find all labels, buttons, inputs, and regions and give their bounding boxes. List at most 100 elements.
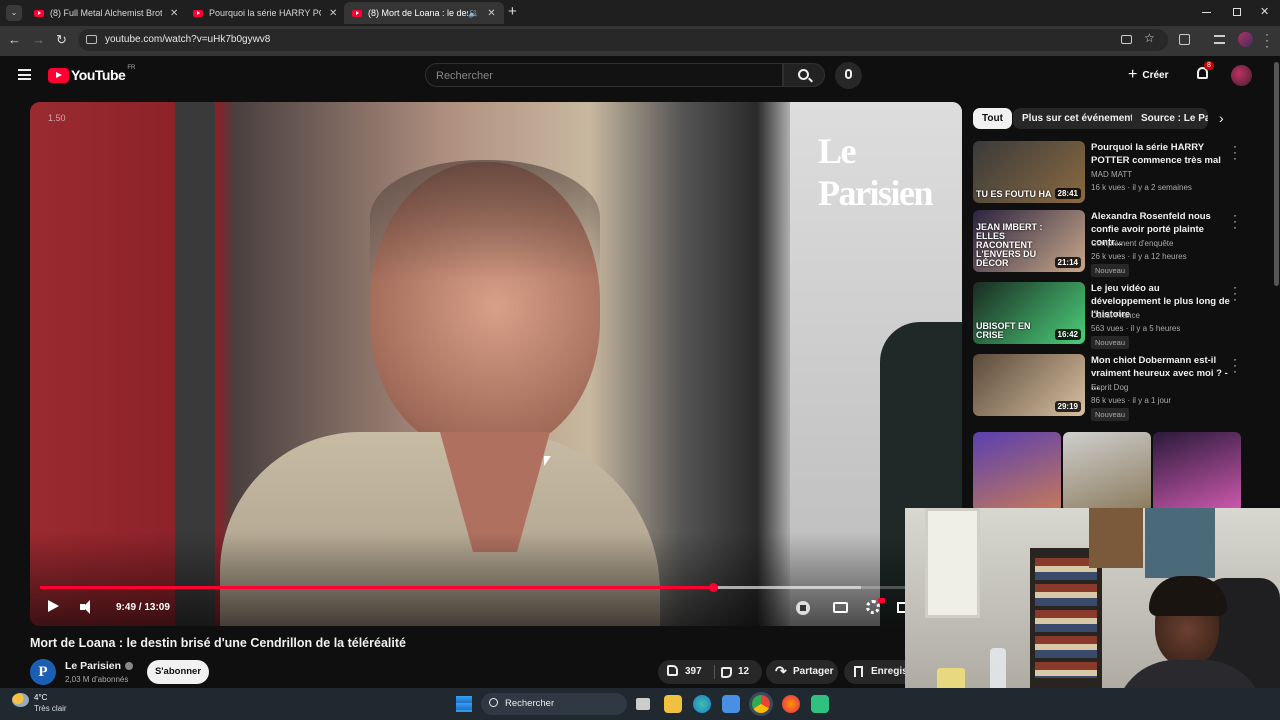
more-actions-icon[interactable]: · · · — [1233, 281, 1237, 305]
recommended-channel[interactable]: MAD MATT — [1091, 170, 1132, 179]
search-input[interactable]: Rechercher — [425, 63, 783, 87]
hamburger-menu-icon[interactable] — [18, 69, 31, 80]
channel-name[interactable]: Le Parisien — [65, 660, 134, 672]
recommended-channel[interactable]: Ouest-France — [1091, 311, 1140, 320]
browser-tab-3[interactable]: (8) Mort de Loana : le desti 🔉 ✕ — [344, 2, 504, 24]
like-count: 397 — [685, 666, 702, 677]
autoplay-toggle[interactable] — [796, 601, 810, 615]
like-button[interactable]: 397 — [658, 660, 714, 684]
recommended-video[interactable]: 29:19 Mon chiot Dobermann est-il vraiment… — [973, 353, 1243, 421]
plus-icon: + — [1128, 66, 1138, 83]
edge-icon[interactable] — [693, 695, 711, 713]
close-tab-icon[interactable]: ✕ — [170, 8, 178, 19]
video-thumbnail[interactable]: UBISOFT EN CRISE 16:42 — [973, 282, 1085, 344]
search-button[interactable] — [783, 63, 825, 87]
thumbs-down-icon — [721, 667, 732, 678]
back-icon[interactable]: ← — [8, 32, 21, 47]
notifications-button[interactable]: 8 — [1195, 61, 1214, 83]
subtitles-icon[interactable] — [833, 602, 848, 613]
recommended-meta: 16 k vues · il y a 2 semaines — [1091, 183, 1192, 192]
task-view-icon[interactable] — [636, 698, 650, 710]
new-tab-button[interactable]: + — [508, 3, 517, 20]
minimize-icon[interactable] — [1202, 12, 1211, 13]
progress-track[interactable] — [40, 583, 942, 592]
shorts-thumbnail[interactable] — [1153, 432, 1241, 512]
video-thumbnail[interactable]: TU ES FOUTU HA 28:41 — [973, 141, 1085, 203]
recommended-video[interactable]: TU ES FOUTU HA 28:41 Pourquoi la série HAR… — [973, 140, 1243, 205]
forward-icon[interactable]: → — [32, 32, 45, 47]
video-thumbnail[interactable]: JEAN IMBERT : ELLES RACONTENT L'ENVERS D… — [973, 210, 1085, 272]
app-icon[interactable] — [811, 695, 829, 713]
verified-icon — [125, 662, 134, 670]
dislike-count: 12 — [738, 666, 750, 677]
profile-avatar[interactable] — [1238, 32, 1253, 47]
chip-event[interactable]: Plus sur cet événement — [1013, 108, 1143, 129]
recommended-title[interactable]: Pourquoi la série HARRY POTTER commence … — [1091, 141, 1231, 167]
play-button[interactable] — [48, 600, 62, 614]
media-icon[interactable] — [1214, 35, 1225, 44]
dislike-button[interactable]: 12 — [715, 660, 762, 684]
shorts-thumbnail[interactable] — [1063, 432, 1151, 512]
video-player[interactable]: Le Parisien 1.50 9:49 / 13:09 — [30, 102, 962, 626]
store-icon[interactable] — [722, 695, 740, 713]
more-actions-icon[interactable]: · · · — [1233, 353, 1237, 377]
restore-icon[interactable] — [1233, 8, 1241, 16]
chrome-icon[interactable] — [752, 695, 770, 713]
video-duration: 28:41 — [1054, 188, 1081, 199]
poster-2 — [1089, 508, 1143, 568]
youtube-logo[interactable]: YouTube FR — [48, 65, 136, 83]
subscribe-button[interactable]: S'abonner — [147, 660, 209, 684]
page-scrollbar[interactable] — [1274, 62, 1279, 286]
create-button[interactable]: + Créer — [1128, 62, 1180, 88]
channel-avatar[interactable]: P — [30, 659, 56, 685]
shorts-thumbnail[interactable] — [973, 432, 1061, 512]
site-info-icon[interactable] — [86, 35, 97, 44]
search-placeholder: Rechercher — [436, 70, 493, 82]
share-label: Partager — [793, 666, 834, 677]
new-badge: Nouveau — [1091, 408, 1130, 421]
chips-next-chevron-icon[interactable]: › — [1219, 110, 1224, 126]
install-app-icon[interactable] — [1121, 35, 1132, 44]
taskbar-search[interactable]: Rechercher — [481, 693, 627, 715]
country-code: FR — [127, 65, 136, 71]
file-explorer-icon[interactable] — [664, 695, 682, 713]
url-text[interactable]: youtube.com/watch?v=uHk7b0gywv8 — [105, 34, 270, 45]
new-badge: Nouveau — [1091, 264, 1130, 277]
tab-title: (8) Full Metal Alchemist Brothe — [50, 8, 162, 18]
share-button[interactable]: ↷ Partager — [766, 660, 838, 684]
recommended-channel[interactable]: Esprit Dog — [1091, 383, 1128, 392]
save-button[interactable]: Enregist — [844, 660, 914, 684]
firefox-icon[interactable] — [782, 695, 800, 713]
shelf-items — [1035, 558, 1097, 678]
voice-search-button[interactable] — [835, 62, 862, 89]
address-bar[interactable]: youtube.com/watch?v=uHk7b0gywv8 ☆ — [78, 29, 1168, 51]
close-tab-icon[interactable]: ✕ — [487, 8, 495, 19]
volume-button[interactable] — [80, 600, 96, 614]
recommended-video[interactable]: JEAN IMBERT : ELLES RACONTENT L'ENVERS D… — [973, 209, 1243, 277]
more-actions-icon[interactable]: · · · — [1233, 209, 1237, 233]
close-window-icon[interactable]: ✕ — [1260, 5, 1269, 18]
speaker-icon[interactable]: 🔉 — [468, 8, 479, 19]
start-button-icon[interactable] — [456, 696, 472, 712]
close-tab-icon[interactable]: ✕ — [329, 8, 337, 19]
video-thumbnail[interactable]: 29:19 — [973, 354, 1085, 416]
scrubber-handle[interactable] — [708, 583, 718, 592]
extensions-icon[interactable] — [1179, 34, 1190, 45]
bookmark-star-icon[interactable]: ☆ — [1144, 31, 1155, 45]
account-avatar[interactable] — [1231, 65, 1252, 86]
hd-badge — [878, 598, 885, 603]
weather-icon[interactable] — [12, 693, 29, 707]
browser-menu-icon[interactable]: · · · — [1265, 28, 1269, 52]
recommended-channel[interactable]: Complément d'enquête — [1091, 239, 1173, 248]
browser-tab-1[interactable]: (8) Full Metal Alchemist Brothe ✕ — [26, 2, 186, 24]
tab-search-button[interactable]: ⌄ — [6, 5, 22, 21]
browser-tab-strip: ⌄ (8) Full Metal Alchemist Brothe ✕ Pour… — [0, 0, 1280, 26]
browser-tab-2[interactable]: Pourquoi la série HARRY POTTE ✕ — [185, 2, 345, 24]
recommended-video[interactable]: UBISOFT EN CRISE 16:42 Le jeu vidéo au dév… — [973, 281, 1243, 349]
reload-icon[interactable]: ↻ — [56, 32, 67, 48]
more-actions-icon[interactable]: · · · — [1233, 140, 1237, 164]
chip-all[interactable]: Tout — [973, 108, 1012, 129]
recommended-meta: 563 vues · il y a 5 heures — [1091, 324, 1181, 333]
chip-source[interactable]: Source : Le Parisien — [1132, 108, 1208, 129]
new-badge: Nouveau — [1091, 336, 1130, 349]
